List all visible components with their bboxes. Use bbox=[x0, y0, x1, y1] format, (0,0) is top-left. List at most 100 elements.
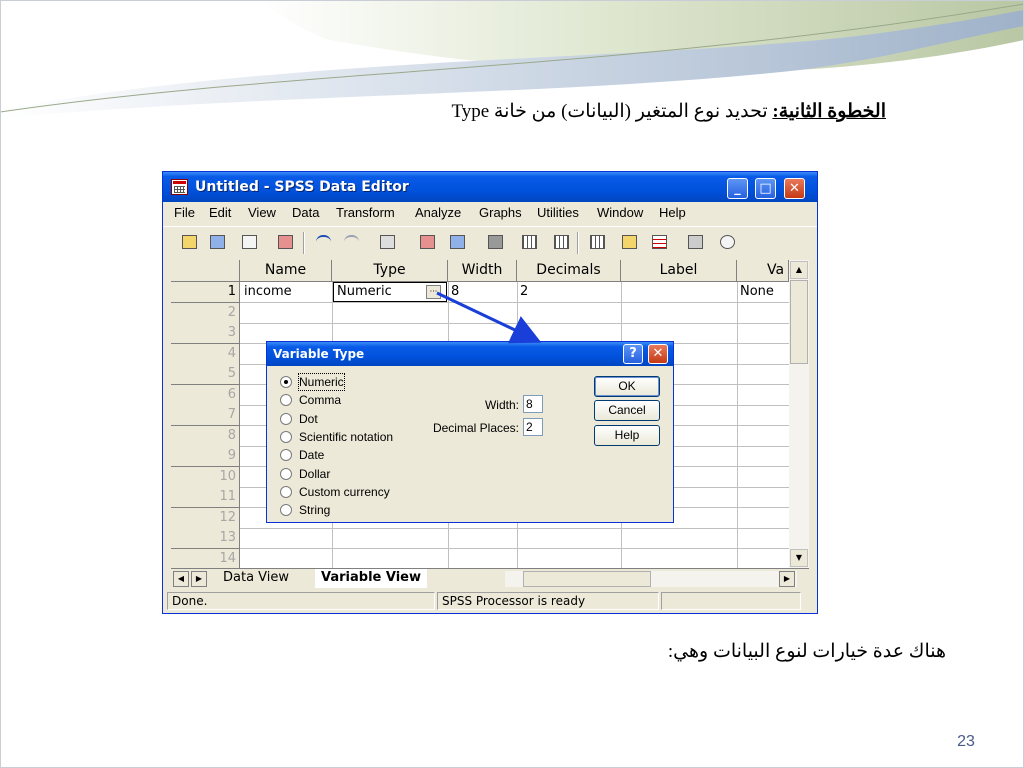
status-pane-empty bbox=[661, 592, 801, 610]
find-icon[interactable] bbox=[485, 232, 507, 253]
value-labels-icon[interactable] bbox=[685, 232, 707, 253]
menu-analyze[interactable]: Analyze bbox=[415, 205, 461, 220]
ok-button[interactable]: OK bbox=[594, 376, 660, 397]
menu-utilities[interactable]: Utilities bbox=[537, 205, 579, 220]
radio-button[interactable] bbox=[280, 394, 292, 406]
radio-button[interactable] bbox=[280, 376, 292, 388]
col-header-decimals[interactable]: Decimals bbox=[517, 260, 621, 282]
dialog-recall-icon[interactable] bbox=[275, 232, 297, 253]
radio-button[interactable] bbox=[280, 431, 292, 443]
radio-button[interactable] bbox=[280, 468, 292, 480]
row-header[interactable]: 14 bbox=[171, 548, 240, 570]
row-header[interactable]: 2 bbox=[171, 302, 240, 324]
radio-button[interactable] bbox=[280, 449, 292, 461]
menu-graphs[interactable]: Graphs bbox=[479, 205, 522, 220]
menu-edit[interactable]: Edit bbox=[209, 205, 231, 220]
cancel-button[interactable]: Cancel bbox=[594, 400, 660, 421]
type-ellipsis-button[interactable]: ··· bbox=[426, 285, 441, 299]
window-titlebar[interactable]: Untitled - SPSS Data Editor _ □ ✕ bbox=[163, 172, 817, 202]
vertical-scrollbar[interactable]: ▲ ▼ bbox=[789, 260, 809, 568]
row-header[interactable]: 10 bbox=[171, 466, 240, 488]
row-header[interactable]: 6 bbox=[171, 384, 240, 406]
grid-corner[interactable] bbox=[171, 260, 240, 282]
variables-icon[interactable] bbox=[447, 232, 469, 253]
col-header-name[interactable]: Name bbox=[240, 260, 332, 282]
decimal-places-input[interactable]: 2 bbox=[523, 418, 543, 436]
dialog-titlebar[interactable]: Variable Type ? ✕ bbox=[267, 342, 673, 366]
row-header[interactable]: 4 bbox=[171, 343, 240, 365]
radio-label: String bbox=[299, 503, 331, 517]
radio-label: Comma bbox=[299, 393, 342, 407]
row-header[interactable]: 3 bbox=[171, 323, 240, 344]
horizontal-scroll-thumb[interactable] bbox=[523, 571, 651, 587]
minimize-button[interactable]: _ bbox=[727, 178, 748, 199]
scroll-down-icon[interactable]: ▼ bbox=[790, 549, 808, 567]
tab-scroll-left-icon[interactable]: ◀ bbox=[173, 571, 189, 587]
menu-transform[interactable]: Transform bbox=[336, 205, 395, 220]
cell-name[interactable]: income bbox=[244, 282, 330, 302]
redo-icon[interactable] bbox=[341, 232, 363, 253]
goto-chart-icon[interactable] bbox=[377, 232, 399, 253]
maximize-button[interactable]: □ bbox=[755, 178, 776, 199]
spss-app-icon[interactable] bbox=[171, 179, 188, 195]
hscroll-right-icon[interactable]: ▶ bbox=[779, 571, 795, 587]
status-text: Done. bbox=[167, 592, 435, 610]
undo-icon[interactable] bbox=[313, 232, 335, 253]
col-header-width[interactable]: Width bbox=[448, 260, 517, 282]
print-icon[interactable] bbox=[239, 232, 261, 253]
radio-button[interactable] bbox=[280, 504, 292, 516]
row-header[interactable]: 1 bbox=[171, 282, 240, 303]
help-button[interactable]: Help bbox=[594, 425, 660, 446]
step-label: الخطوة الثانية: bbox=[772, 101, 886, 122]
goto-case-icon[interactable] bbox=[417, 232, 439, 253]
row-header[interactable]: 13 bbox=[171, 528, 240, 549]
cell-decimals[interactable]: 2 bbox=[520, 282, 618, 302]
use-sets-icon[interactable] bbox=[717, 232, 739, 253]
scroll-up-icon[interactable]: ▲ bbox=[790, 261, 808, 279]
radio-button[interactable] bbox=[280, 486, 292, 498]
insert-cases-icon[interactable] bbox=[519, 232, 541, 253]
tab-variable-view[interactable]: Variable View bbox=[315, 569, 427, 588]
dialog-help-button[interactable]: ? bbox=[623, 344, 643, 364]
radio-label: Dollar bbox=[299, 467, 331, 481]
vertical-scroll-thumb[interactable] bbox=[790, 280, 808, 364]
row-header[interactable]: 5 bbox=[171, 364, 240, 385]
weight-cases-icon[interactable] bbox=[619, 232, 641, 253]
insert-variable-icon[interactable] bbox=[551, 232, 573, 253]
row-header[interactable]: 9 bbox=[171, 446, 240, 467]
radio-button[interactable] bbox=[280, 413, 292, 425]
tab-scroll-right-icon[interactable]: ▶ bbox=[191, 571, 207, 587]
close-button[interactable]: ✕ bbox=[784, 178, 805, 199]
menu-bar: File Edit View Data Transform Analyze Gr… bbox=[163, 202, 817, 224]
menu-help[interactable]: Help bbox=[659, 205, 686, 220]
row-header[interactable]: 11 bbox=[171, 487, 240, 508]
horizontal-scrollbar[interactable] bbox=[505, 571, 797, 587]
split-file-icon[interactable] bbox=[587, 232, 609, 253]
row-header[interactable]: 7 bbox=[171, 405, 240, 426]
tab-data-view[interactable]: Data View bbox=[219, 569, 293, 588]
row-header[interactable]: 8 bbox=[171, 425, 240, 447]
col-header-values[interactable]: Va bbox=[737, 260, 789, 282]
slide-number: 23 bbox=[957, 733, 975, 750]
open-icon[interactable] bbox=[179, 232, 201, 253]
cell-width[interactable]: 8 bbox=[451, 282, 515, 302]
decimal-places-label: Decimal Places: bbox=[432, 421, 519, 435]
step-text: تحديد نوع المتغير (البيانات) من خانة Typ… bbox=[451, 101, 773, 122]
col-header-type[interactable]: Type bbox=[332, 260, 448, 282]
menu-file[interactable]: File bbox=[174, 205, 195, 220]
cell-values[interactable]: None bbox=[740, 282, 788, 302]
menu-view[interactable]: View bbox=[248, 205, 276, 220]
select-cases-icon[interactable] bbox=[649, 232, 671, 253]
width-input[interactable]: 8 bbox=[523, 395, 543, 413]
menu-data[interactable]: Data bbox=[292, 205, 319, 220]
save-icon[interactable] bbox=[207, 232, 229, 253]
menu-window[interactable]: Window bbox=[597, 205, 643, 220]
toolbar bbox=[163, 226, 817, 259]
row-header[interactable]: 12 bbox=[171, 507, 240, 529]
slide-heading: الخطوة الثانية: تحديد نوع المتغير (البيا… bbox=[451, 100, 886, 123]
col-header-label[interactable]: Label bbox=[621, 260, 737, 282]
dialog-close-button[interactable]: ✕ bbox=[648, 344, 668, 364]
radio-label: Dot bbox=[299, 412, 318, 426]
variable-type-dialog: Variable Type ? ✕ Numeric Comma Dot Scie… bbox=[266, 341, 674, 523]
slide-note: هناك عدة خيارات لنوع البيانات وهي: bbox=[667, 641, 946, 662]
